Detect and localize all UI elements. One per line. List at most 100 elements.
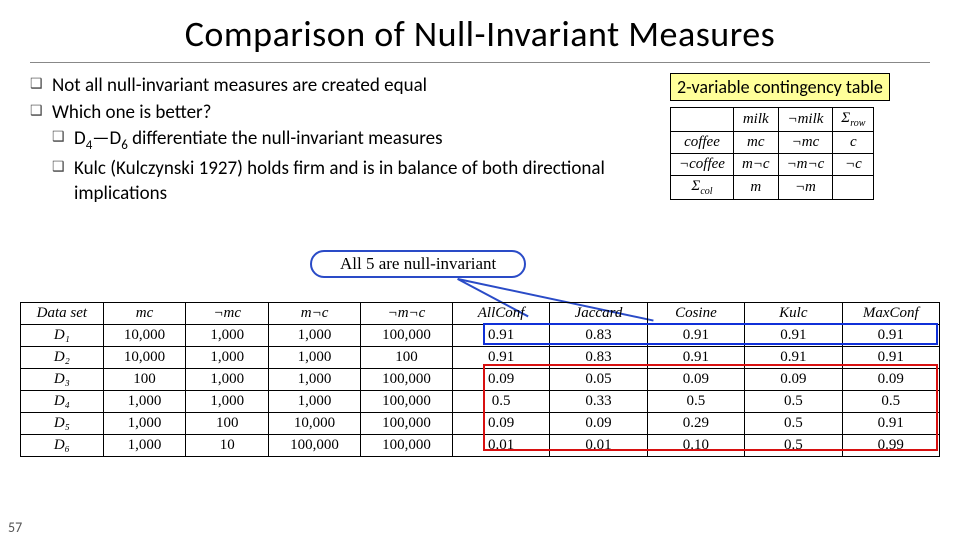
table-row: D₁10,0001,0001,000100,0000.910.830.910.9… [21,325,940,347]
table-cell: 0.09 [842,369,939,391]
table-cell: 0.83 [550,347,647,369]
table-cell: 1,000 [186,325,269,347]
table-cell: 0.5 [452,391,549,413]
slide-title: Comparison of Null-Invariant Measures [30,12,930,56]
ct-tot [833,176,874,200]
table-cell: 0.09 [550,413,647,435]
table-cell: 0.91 [647,347,744,369]
ct-r3: Σcol [671,176,734,200]
ct-h-srow: Σrow [833,108,874,132]
table-cell: 0.5 [745,413,842,435]
table-cell: 0.01 [452,435,549,457]
table-row: D₂10,0001,0001,0001000.910.830.910.910.9… [21,347,940,369]
table-cell: D₁ [21,325,104,347]
table-header-cell: AllConf [452,303,549,325]
table-cell: 0.5 [647,391,744,413]
ct-r1: coffee [671,132,734,154]
bullet-1: Not all null-invariant measures are crea… [30,73,652,99]
table-cell: 100 [186,413,269,435]
table-cell: 0.91 [745,347,842,369]
table-cell: 0.10 [647,435,744,457]
table-cell: 1,000 [186,347,269,369]
table-cell: 1,000 [186,369,269,391]
data-table: Data setmc¬mcm¬c¬m¬cAllConfJaccardCosine… [20,302,940,457]
table-cell: 100 [103,369,186,391]
table-cell: 0.83 [550,325,647,347]
table-cell: D₂ [21,347,104,369]
table-header-cell: Jaccard [550,303,647,325]
table-cell: 100 [361,347,453,369]
table-cell: 0.09 [452,413,549,435]
bullet-list: Not all null-invariant measures are crea… [30,73,652,208]
table-cell: 0.91 [842,347,939,369]
table-cell: 0.33 [550,391,647,413]
table-header-cell: ¬mc [186,303,269,325]
table-cell: 0.91 [647,325,744,347]
bullet-2a: D4—D6 differentiate the null-invariant m… [52,126,652,154]
table-cell: 0.91 [452,347,549,369]
ct-mc: mc [733,132,778,154]
table-cell: 0.09 [647,369,744,391]
table-cell: D₃ [21,369,104,391]
ct-nc: ¬c [833,154,874,176]
page-number: 57 [8,519,22,536]
table-cell: 0.91 [745,325,842,347]
ct-c: c [833,132,874,154]
table-cell: 0.09 [745,369,842,391]
table-cell: 10 [186,435,269,457]
table-cell: 0.01 [550,435,647,457]
table-cell: 10,000 [103,325,186,347]
ct-nmc: ¬mc [778,132,833,154]
table-cell: 0.91 [842,325,939,347]
table-cell: 0.05 [550,369,647,391]
table-cell: 0.5 [842,391,939,413]
table-cell: D₄ [21,391,104,413]
ct-nm: ¬m [778,176,833,200]
table-header-cell: Cosine [647,303,744,325]
table-header-cell: m¬c [269,303,361,325]
table-cell: 100,000 [361,325,453,347]
content-row: Not all null-invariant measures are crea… [30,73,930,208]
table-cell: 0.09 [452,369,549,391]
bullet-2: Which one is better? D4—D6 differentiate… [30,100,652,207]
title-rule [30,62,930,63]
table-header-cell: mc [103,303,186,325]
table-row: D₄1,0001,0001,000100,0000.50.330.50.50.5 [21,391,940,413]
table-header-row: Data setmc¬mcm¬c¬m¬cAllConfJaccardCosine… [21,303,940,325]
table-cell: D₅ [21,413,104,435]
table-cell: 0.99 [842,435,939,457]
table-cell: 1,000 [269,391,361,413]
table-cell: 1,000 [103,435,186,457]
table-row: D₆1,00010100,000100,0000.010.010.100.50.… [21,435,940,457]
table-cell: D₆ [21,435,104,457]
ct-mnc: m¬c [733,154,778,176]
ct-nmnc: ¬m¬c [778,154,833,176]
annotation-callout: All 5 are null-invariant [310,250,526,278]
table-header-cell: MaxConf [842,303,939,325]
ct-h-nmilk: ¬milk [778,108,833,132]
table-cell: 100,000 [269,435,361,457]
bullet-2-text: Which one is better? [52,101,211,124]
slide: Comparison of Null-Invariant Measures No… [0,0,960,540]
side-panel: 2-variable contingency table milk ¬milk … [670,73,930,208]
table-row: D₅1,00010010,000100,0000.090.090.290.50.… [21,413,940,435]
contingency-table: milk ¬milk Σrow coffee mc ¬mc c ¬coffee … [670,107,874,200]
table-cell: 100,000 [361,435,453,457]
table-cell: 1,000 [103,391,186,413]
ct-h-milk: milk [733,108,778,132]
table-header-cell: Kulc [745,303,842,325]
table-row: D₃1001,0001,000100,0000.090.050.090.090.… [21,369,940,391]
table-cell: 100,000 [361,391,453,413]
ct-m: m [733,176,778,200]
table-header-cell: ¬m¬c [361,303,453,325]
table-cell: 0.29 [647,413,744,435]
table-cell: 10,000 [103,347,186,369]
data-table-wrap: Data setmc¬mcm¬c¬m¬cAllConfJaccardCosine… [20,302,940,457]
ct-r2: ¬coffee [671,154,734,176]
table-header-cell: Data set [21,303,104,325]
table-cell: 0.91 [842,413,939,435]
contingency-label: 2-variable contingency table [670,73,890,101]
table-cell: 0.91 [452,325,549,347]
table-cell: 100,000 [361,369,453,391]
table-cell: 10,000 [269,413,361,435]
